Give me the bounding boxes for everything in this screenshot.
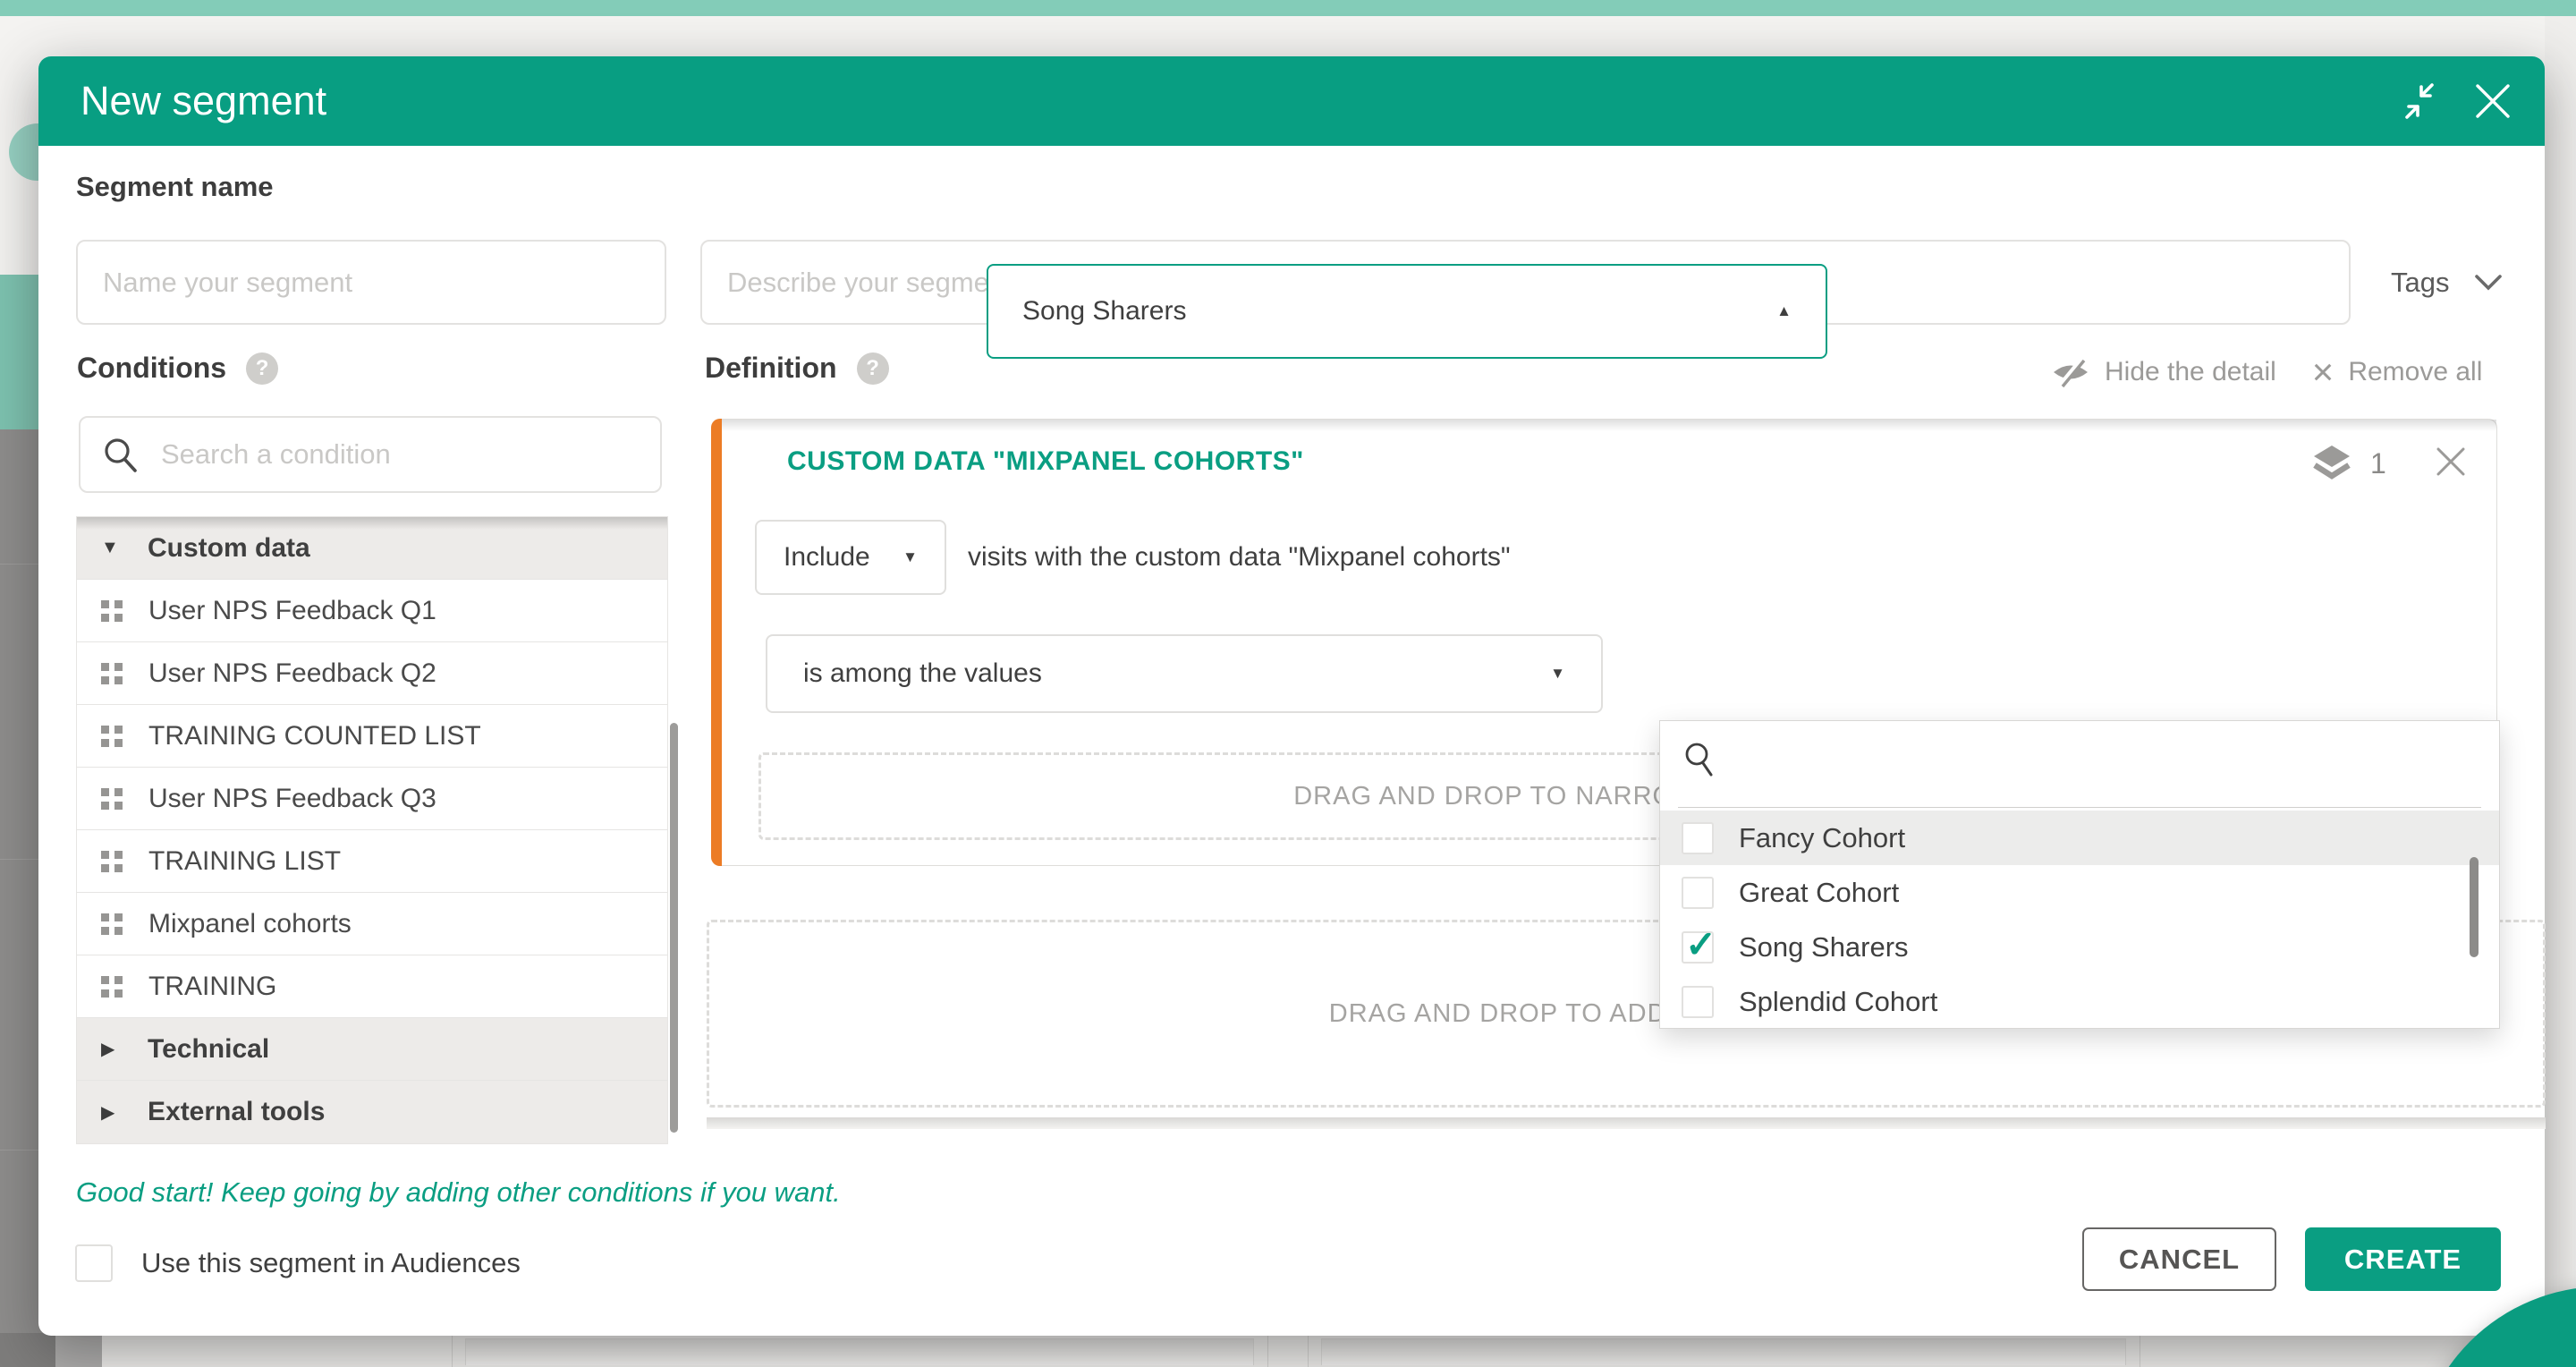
value-select[interactable]: Song Sharers [987, 264, 1827, 359]
condition-item-row[interactable]: User NPS Feedback Q1 [77, 580, 667, 642]
condition-search-input[interactable] [161, 438, 639, 471]
search-icon [1683, 741, 1717, 778]
option-label: Fancy Cohort [1739, 822, 1905, 854]
eye-off-icon [2051, 356, 2090, 388]
operator-value: is among the values [803, 658, 1042, 689]
modal-title: New segment [80, 56, 326, 146]
drag-handle-icon [101, 726, 128, 747]
include-value: Include [784, 542, 870, 573]
remove-all-label: Remove all [2348, 357, 2482, 387]
operator-select[interactable]: is among the values [766, 634, 1603, 713]
triangle-right-icon: ▶ [101, 1038, 124, 1060]
condition-subject-text: visits with the custom data "Mixpanel co… [968, 520, 1511, 595]
checkbox-unchecked[interactable] [1682, 986, 1714, 1018]
drag-handle-icon [101, 976, 128, 998]
checkbox-unchecked[interactable] [1682, 877, 1714, 909]
value-dropdown-panel: Fancy Cohort Great Cohort ✓ Song Sharers Spl… [1659, 720, 2500, 1029]
drag-handle-icon [101, 663, 128, 684]
layer-indicator: 1 [2309, 443, 2386, 484]
close-icon [2472, 81, 2513, 122]
search-icon [102, 436, 140, 473]
condition-label: User NPS Feedback Q3 [148, 784, 436, 814]
tags-dropdown[interactable]: Tags [2391, 240, 2503, 325]
layers-icon [2309, 443, 2354, 484]
drag-handle-icon [101, 913, 128, 935]
dropdown-search[interactable] [1683, 741, 1717, 783]
dropdown-option[interactable]: Great Cohort [1660, 865, 2499, 920]
condition-group-row[interactable]: ▶ Technical [77, 1018, 667, 1081]
condition-group-row[interactable]: ▼ Custom data [77, 517, 667, 580]
value-options: Fancy Cohort Great Cohort ✓ Song Sharers Spl… [1660, 811, 2499, 1029]
top-app-strip [0, 0, 2576, 16]
triangle-right-icon: ▶ [101, 1101, 124, 1124]
checkbox-checked[interactable]: ✓ [1682, 931, 1714, 964]
create-button[interactable]: CREATE [2305, 1227, 2501, 1291]
dropdown-scrollbar[interactable] [2470, 857, 2479, 957]
chevron-down-icon [2474, 274, 2503, 292]
hide-detail-label: Hide the detail [2105, 357, 2276, 387]
condition-group-row[interactable]: ▶ External tools [77, 1081, 667, 1143]
conditions-label: Conditions [77, 352, 226, 385]
cancel-button[interactable]: CANCEL [2082, 1227, 2276, 1291]
app-background-right [2545, 16, 2576, 1367]
drag-handle-icon [101, 851, 128, 872]
modal-close-button[interactable] [2470, 78, 2516, 124]
condition-item-row[interactable]: Mixpanel cohorts [77, 893, 667, 955]
condition-item-row[interactable]: User NPS Feedback Q3 [77, 768, 667, 830]
include-select[interactable]: Include [755, 520, 946, 595]
definition-label: Definition [705, 352, 837, 385]
condition-label: TRAINING [148, 972, 276, 1002]
condition-label: Mixpanel cohorts [148, 909, 352, 939]
condition-label: Technical [148, 1034, 269, 1065]
option-label: Great Cohort [1739, 877, 1899, 909]
audiences-checkbox-label: Use this segment in Audiences [141, 1247, 521, 1279]
check-icon: ✓ [1685, 922, 1716, 966]
hide-detail-button[interactable]: Hide the detail [2051, 356, 2276, 388]
drag-handle-icon [101, 788, 128, 810]
triangle-down-icon: ▼ [101, 538, 124, 558]
condition-label: Custom data [148, 533, 310, 564]
layer-count: 1 [2370, 447, 2386, 480]
condition-list-scrollbar[interactable] [670, 723, 678, 1133]
dropdown-option[interactable]: Splendid Cohort [1660, 974, 2499, 1029]
remove-icon [2312, 359, 2334, 386]
audiences-checkbox-row[interactable]: Use this segment in Audiences [75, 1244, 521, 1282]
divider [1678, 807, 2481, 808]
condition-label: User NPS Feedback Q1 [148, 596, 436, 626]
collapse-button[interactable] [2396, 78, 2443, 124]
condition-card-title: CUSTOM DATA "MIXPANEL COHORTS" [787, 446, 1304, 477]
app-background-bottom [0, 1333, 2576, 1367]
encouragement-hint: Good start! Keep going by adding other c… [76, 1176, 841, 1209]
drag-handle-icon [101, 600, 128, 622]
tags-label: Tags [2391, 267, 2449, 299]
value-selected: Song Sharers [1022, 296, 1186, 327]
segment-name-label: Segment name [76, 171, 274, 203]
remove-all-button[interactable]: Remove all [2312, 357, 2483, 387]
collapse-icon [2396, 78, 2443, 124]
dropdown-option[interactable]: ✓ Song Sharers [1660, 920, 2499, 974]
condition-remove-button[interactable] [2434, 445, 2468, 483]
audiences-checkbox[interactable] [75, 1244, 113, 1282]
new-segment-modal: New segment Segment name Tags Condit [38, 56, 2545, 1336]
condition-item-row[interactable]: TRAINING COUNTED LIST [77, 705, 667, 768]
condition-search-box [79, 416, 662, 493]
conditions-help-icon[interactable] [246, 352, 278, 385]
segment-name-input[interactable] [76, 240, 666, 325]
condition-label: User NPS Feedback Q2 [148, 658, 436, 689]
condition-item-row[interactable]: User NPS Feedback Q2 [77, 642, 667, 705]
close-icon [2434, 445, 2468, 479]
condition-label: External tools [148, 1097, 325, 1127]
option-label: Song Sharers [1739, 931, 1909, 964]
definition-horizontal-scrollbar[interactable] [707, 1117, 2546, 1129]
condition-list: ▼ Custom data User NPS Feedback Q1 User NPS… [76, 516, 668, 1144]
dropdown-option[interactable]: Fancy Cohort [1660, 811, 2499, 865]
condition-label: TRAINING COUNTED LIST [148, 721, 481, 751]
definition-help-icon[interactable] [857, 352, 889, 385]
condition-item-row[interactable]: TRAINING [77, 955, 667, 1018]
modal-header: New segment [38, 56, 2545, 146]
condition-label: TRAINING LIST [148, 846, 341, 877]
option-label: Splendid Cohort [1739, 986, 1937, 1018]
checkbox-unchecked[interactable] [1682, 822, 1714, 854]
condition-item-row[interactable]: TRAINING LIST [77, 830, 667, 893]
